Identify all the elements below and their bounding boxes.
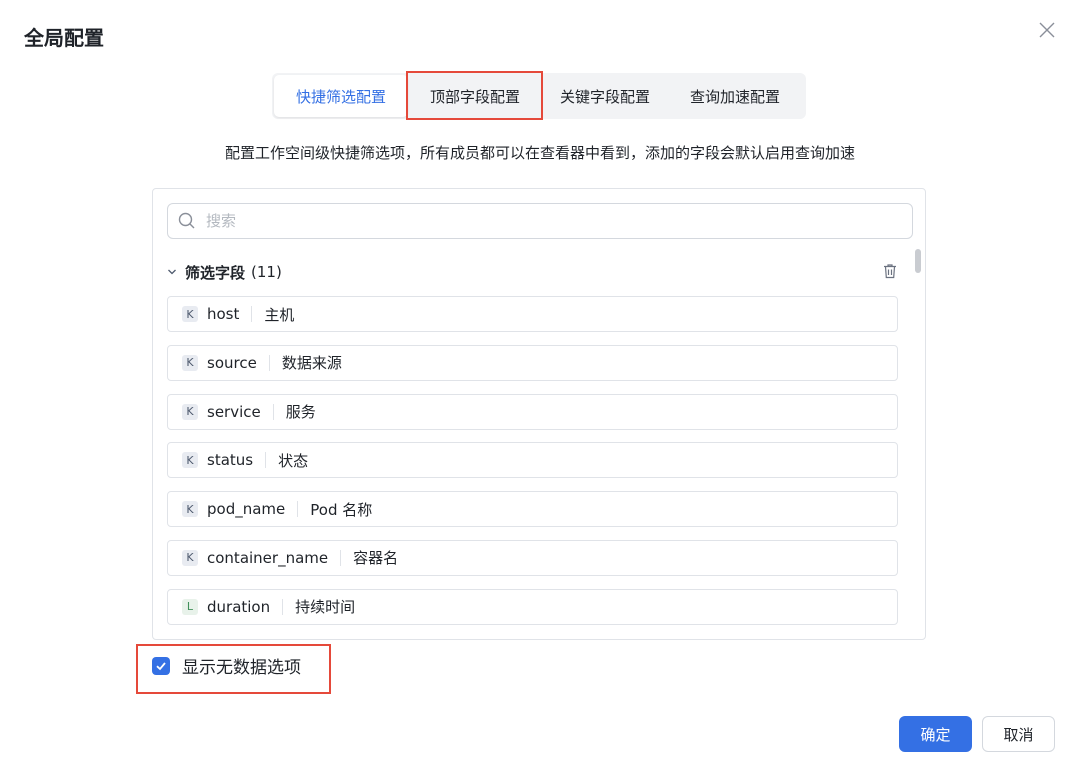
tab-quick-filter[interactable]: 快捷筛选配置 — [274, 75, 408, 117]
group-title: 筛选字段 — [185, 263, 246, 282]
confirm-button[interactable]: 确定 — [899, 716, 972, 752]
field-alias: 持续时间 — [295, 598, 356, 617]
field-list: K host 主机 K source 数据来源 K service 服务 K s… — [167, 296, 898, 638]
divider — [272, 403, 274, 420]
field-type-badge: K — [182, 354, 198, 371]
field-alias: 服务 — [285, 403, 316, 422]
scrollbar-thumb[interactable] — [915, 249, 921, 273]
trash-icon[interactable] — [881, 262, 899, 284]
field-row[interactable]: K source 数据来源 — [167, 344, 898, 381]
show-empty-label: 显示无数据选项 — [182, 658, 301, 678]
field-type-badge: L — [182, 598, 198, 615]
tab-top-fields[interactable]: 顶部字段配置 — [408, 75, 542, 117]
field-name: pod_name — [207, 500, 286, 519]
tab-key-fields[interactable]: 关键字段配置 — [542, 75, 668, 117]
filter-field-panel: 筛选字段 (11) K host 主机 K source 数据来源 — [152, 188, 926, 640]
config-tabs: 快捷筛选配置 顶部字段配置 关键字段配置 查询加速配置 — [272, 73, 806, 119]
field-name: host — [207, 305, 240, 323]
field-name: container_name — [207, 548, 329, 567]
search-icon — [178, 212, 195, 229]
dialog-title: 全局配置 — [24, 26, 104, 50]
field-alias: 主机 — [264, 305, 295, 324]
field-row[interactable]: L duration 持续时间 — [167, 588, 898, 625]
field-type-badge: K — [182, 403, 198, 420]
field-row[interactable]: K pod_name Pod 名称 — [167, 491, 898, 528]
divider — [251, 306, 253, 322]
checkmark-icon — [156, 661, 166, 670]
field-row[interactable]: K status 状态 — [167, 442, 898, 479]
search-input[interactable] — [206, 212, 886, 230]
close-icon[interactable] — [1035, 18, 1059, 42]
divider — [268, 354, 270, 371]
field-row[interactable]: K service 服务 — [167, 393, 898, 430]
field-type-badge: K — [182, 501, 198, 518]
field-name: source — [207, 353, 257, 372]
field-row[interactable]: K host 主机 — [167, 296, 898, 332]
group-header[interactable]: 筛选字段 (11) — [167, 261, 899, 283]
field-type-badge: K — [182, 452, 198, 469]
field-alias: 容器名 — [353, 549, 399, 568]
field-name: duration — [207, 597, 271, 616]
divider — [282, 598, 284, 615]
divider — [340, 549, 342, 566]
field-name: status — [207, 451, 254, 470]
cancel-button[interactable]: 取消 — [982, 716, 1055, 752]
search-box — [167, 203, 913, 239]
group-count: (11) — [251, 263, 282, 281]
config-description: 配置工作空间级快捷筛选项，所有成员都可以在查看器中看到，添加的字段会默认启用查询… — [224, 144, 855, 162]
field-alias: Pod 名称 — [310, 500, 373, 519]
tab-query-acceleration[interactable]: 查询加速配置 — [668, 75, 802, 117]
field-alias: 状态 — [278, 451, 309, 470]
field-name: service — [207, 402, 261, 421]
field-type-badge: K — [182, 549, 198, 566]
divider — [297, 501, 299, 518]
chevron-down-icon[interactable] — [167, 267, 177, 277]
field-row[interactable]: K container_name 容器名 — [167, 539, 898, 576]
global-config-dialog: 全局配置 快捷筛选配置 顶部字段配置 关键字段配置 查询加速配置 配置工作空间级… — [0, 0, 1080, 769]
show-empty-option[interactable]: 显示无数据选项 — [152, 653, 301, 678]
show-empty-checkbox[interactable] — [152, 656, 170, 675]
field-alias: 数据来源 — [281, 354, 342, 373]
field-type-badge: K — [182, 306, 198, 322]
divider — [265, 452, 267, 469]
